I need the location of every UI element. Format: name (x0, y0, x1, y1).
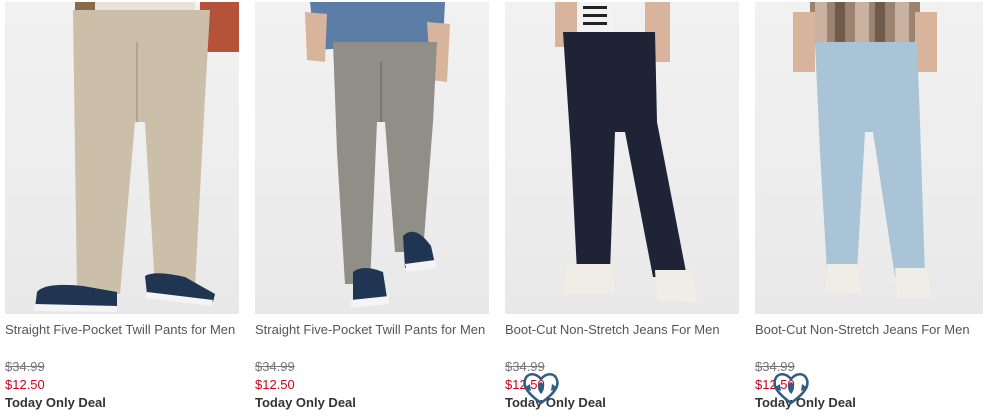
product-title[interactable]: Boot-Cut Non-Stretch Jeans For Men (505, 321, 739, 339)
product-card[interactable]: Straight Five-Pocket Twill Pants for Men… (5, 0, 239, 418)
sustainable-heart-icon (771, 370, 811, 406)
sale-price: $12.50 (5, 377, 45, 392)
sale-price: $12.50 (255, 377, 295, 392)
product-image[interactable] (5, 2, 239, 314)
product-title[interactable]: Boot-Cut Non-Stretch Jeans For Men (755, 321, 983, 339)
product-card[interactable]: Boot-Cut Non-Stretch Jeans For Men $34.9… (755, 0, 983, 418)
deal-label: Today Only Deal (255, 395, 356, 410)
original-price: $34.99 (5, 359, 45, 374)
product-image[interactable] (255, 2, 489, 314)
product-card[interactable]: Boot-Cut Non-Stretch Jeans For Men $34.9… (505, 0, 739, 418)
product-card[interactable]: Straight Five-Pocket Twill Pants for Men… (255, 0, 489, 418)
sustainable-heart-icon (521, 370, 561, 406)
product-image[interactable] (505, 2, 739, 314)
deal-label: Today Only Deal (5, 395, 106, 410)
product-image[interactable] (755, 2, 983, 314)
original-price: $34.99 (255, 359, 295, 374)
product-title[interactable]: Straight Five-Pocket Twill Pants for Men (5, 321, 239, 339)
product-grid: Straight Five-Pocket Twill Pants for Men… (0, 0, 983, 418)
product-title[interactable]: Straight Five-Pocket Twill Pants for Men (255, 321, 489, 339)
